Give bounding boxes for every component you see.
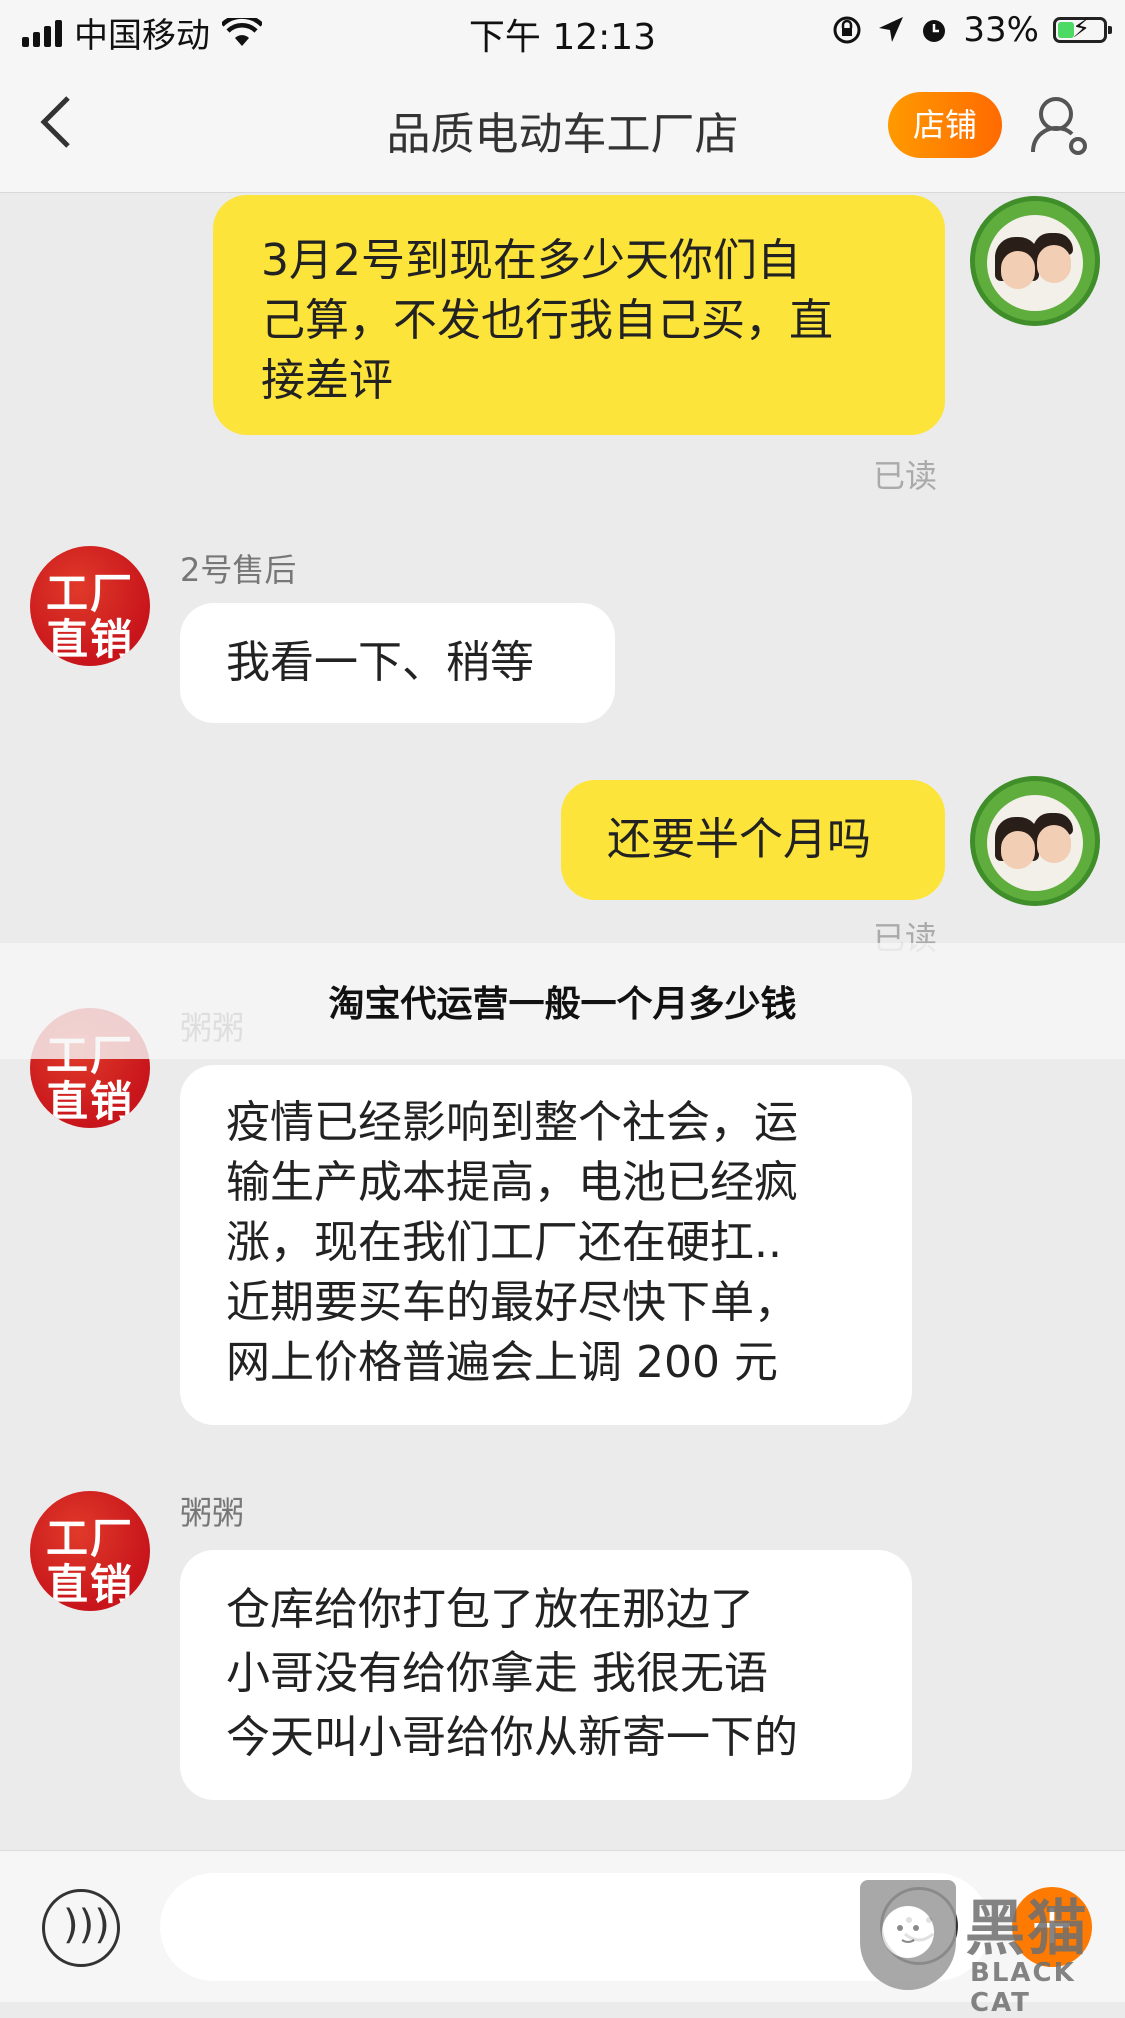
location-icon xyxy=(879,17,904,42)
read-status: 已读 xyxy=(873,457,938,495)
overlay-title: 淘宝代运营一般一个月多少钱 xyxy=(328,984,797,1025)
nav-bar: 品质电动车工厂店 店铺 xyxy=(0,62,1125,193)
message-line: 己算，不发也行我自己买，直 xyxy=(261,295,833,346)
sender-name: 粥粥 xyxy=(180,1494,245,1532)
message-line: 仓库给你打包了放在那边了 xyxy=(226,1584,754,1635)
shop-avatar[interactable]: 工厂 直销 xyxy=(30,546,150,666)
their-message-bubble[interactable]: 疫情已经影响到整个社会，运 输生产成本提高，电池已经疯 涨，现在我们工厂还在硬扛… xyxy=(180,1065,912,1425)
watermark-cn: 黑猫 xyxy=(965,1894,1089,1964)
sender-name: 2号售后 xyxy=(180,551,297,589)
battery-icon: ⚡ xyxy=(1053,14,1112,44)
avatar-text: 直销 xyxy=(45,1077,134,1126)
message-line: 我看一下、稍等 xyxy=(226,637,534,688)
my-avatar[interactable] xyxy=(970,776,1100,906)
message-line: 接差评 xyxy=(261,355,393,406)
shop-avatar[interactable]: 工厂 直销 xyxy=(30,1491,150,1611)
user-settings-icon[interactable] xyxy=(1030,94,1090,158)
their-message-bubble[interactable]: 仓库给你打包了放在那边了 小哥没有给你拿走 我很无语 今天叫小哥给你从新寄一下的 xyxy=(180,1550,912,1800)
shop-button[interactable]: 店铺 xyxy=(888,92,1002,158)
my-message-bubble[interactable]: 3月2号到现在多少天你们自 己算，不发也行我自己买，直 接差评 xyxy=(213,195,945,435)
message-line: 网上价格普遍会上调 200 元 xyxy=(226,1337,778,1388)
message-line: 疫情已经影响到整个社会，运 xyxy=(226,1097,798,1148)
watermark-en: BLACK CAT xyxy=(970,1958,1076,2018)
battery-percent: 33% xyxy=(963,10,1039,50)
status-right: 33% ⚡ xyxy=(831,10,1112,50)
alarm-icon xyxy=(923,20,946,42)
message-line: 小哥没有给你拿走 我很无语 xyxy=(226,1648,768,1699)
watermark-logo: 黑猫 BLACK CAT xyxy=(860,1880,1120,2018)
message-line: 涨，现在我们工厂还在硬扛.. xyxy=(226,1217,782,1268)
voice-icon[interactable]: ))) xyxy=(42,1889,120,1967)
avatar-text: 直销 xyxy=(45,615,134,664)
avatar-text: 直销 xyxy=(45,1560,134,1609)
message-line: 近期要买车的最好尽快下单， xyxy=(226,1277,798,1328)
message-line: 还要半个月吗 xyxy=(607,814,871,865)
overlay-banner: 淘宝代运营一般一个月多少钱 xyxy=(0,943,1125,1059)
status-bar: 中国移动 下午 12:13 33% ⚡ xyxy=(0,0,1125,62)
rotation-lock-icon xyxy=(833,16,861,44)
message-line: 今天叫小哥给你从新寄一下的 xyxy=(226,1712,798,1763)
their-message-bubble[interactable]: 我看一下、稍等 xyxy=(180,603,615,723)
message-line: 3月2号到现在多少天你们自 xyxy=(261,235,801,286)
message-line: 输生产成本提高，电池已经疯 xyxy=(226,1157,798,1208)
my-avatar[interactable] xyxy=(970,196,1100,326)
my-message-bubble[interactable]: 还要半个月吗 xyxy=(561,780,945,900)
cat-shield-icon xyxy=(860,1880,956,1990)
